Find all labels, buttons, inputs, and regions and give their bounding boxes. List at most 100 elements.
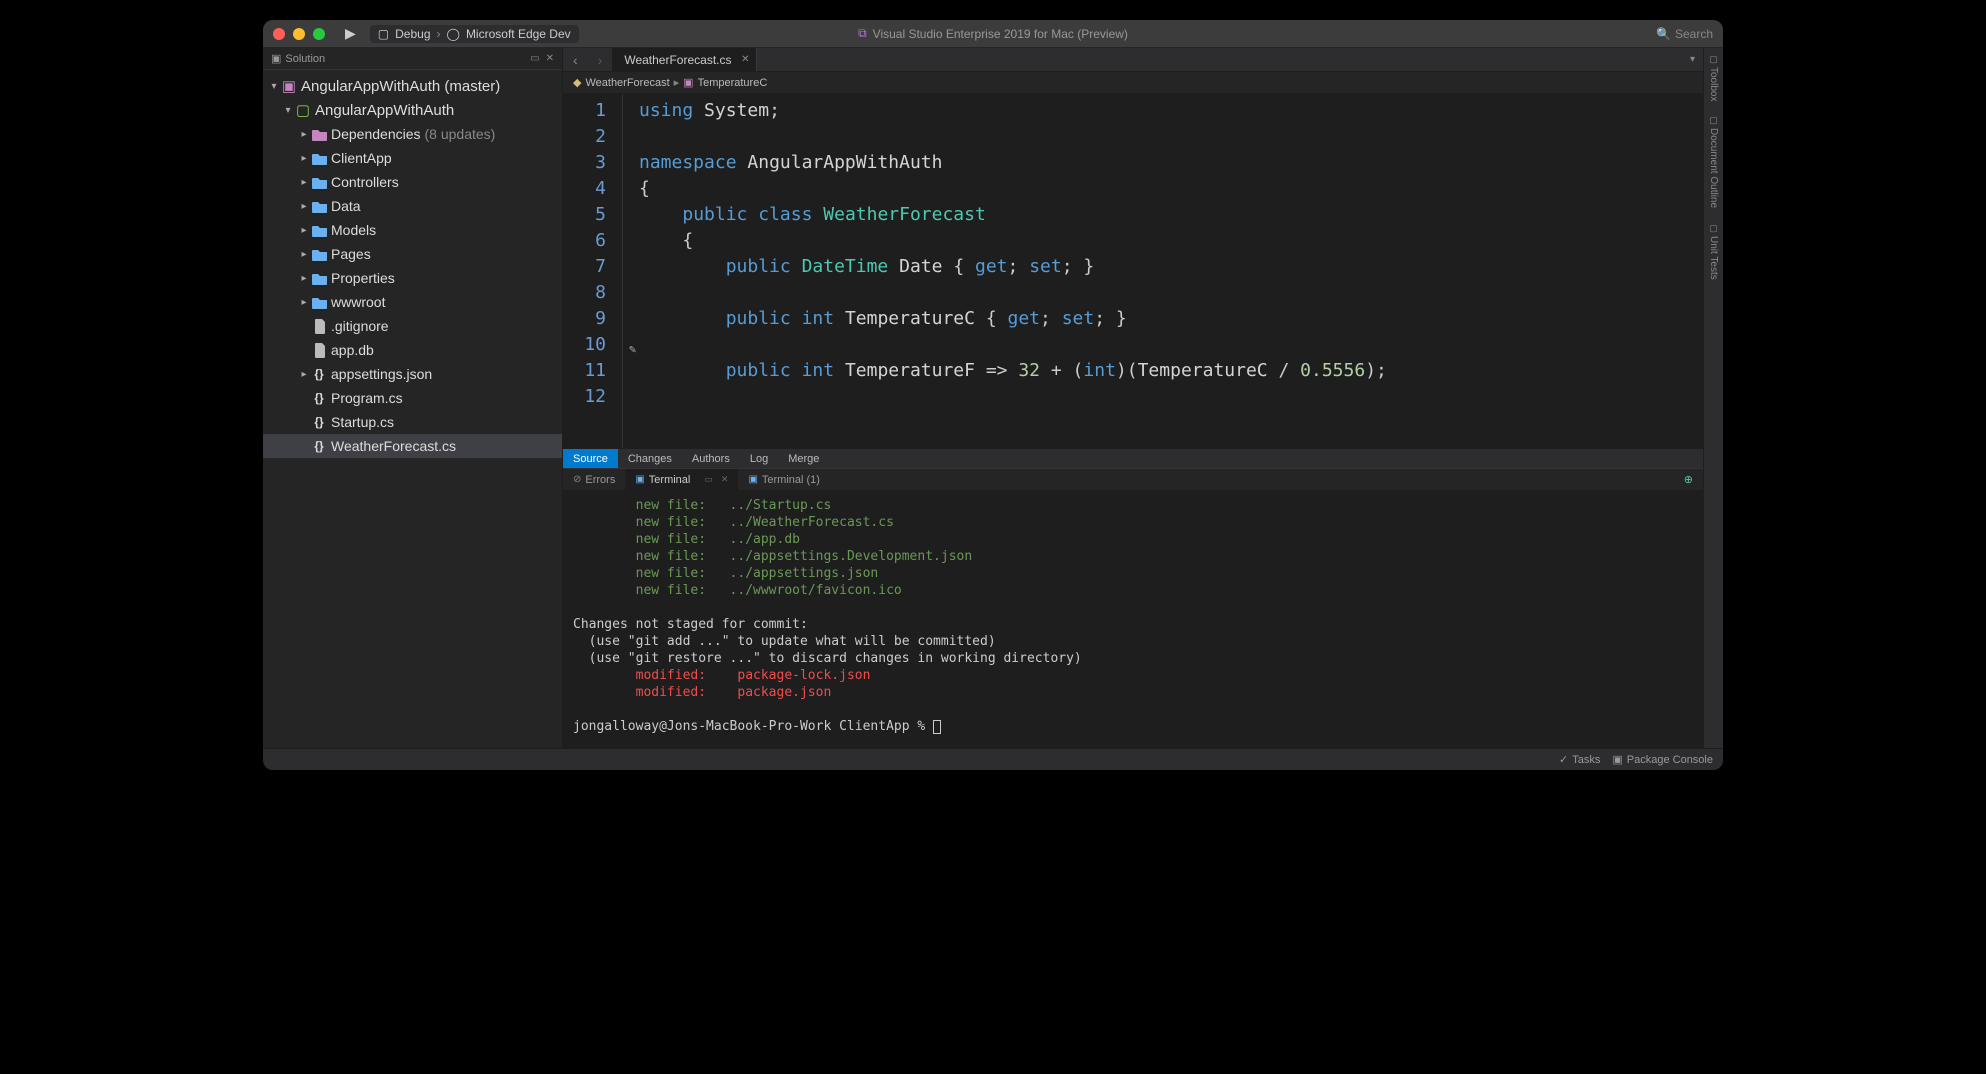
line-gutter: 123456789101112	[563, 94, 623, 448]
minimize-button[interactable]	[293, 28, 305, 40]
tree-item-angularappwithauth[interactable]: ▾▢AngularAppWithAuth	[263, 98, 562, 122]
nav-forward-button[interactable]: ›	[588, 52, 613, 68]
body-row: ▣ Solution ▭ ✕ ▾▣AngularAppWithAuth (mas…	[263, 48, 1723, 748]
bottom-panel-tabs: ⊘Errors ▣ Terminal ▭ ✕ ▣Terminal (1) ⊕	[563, 469, 1703, 491]
tasks-button[interactable]: ✓Tasks	[1559, 753, 1600, 766]
new-terminal-button[interactable]: ⊕	[1674, 473, 1703, 486]
search-placeholder: Search	[1675, 27, 1713, 41]
solution-tree[interactable]: ▾▣AngularAppWithAuth (master)▾▢AngularAp…	[263, 70, 562, 748]
close-button[interactable]	[273, 28, 285, 40]
terminal-tab-label: Terminal	[649, 474, 691, 486]
editor-tabs-dropdown[interactable]: ▾	[1682, 54, 1703, 65]
run-config-selector[interactable]: ▢ Debug › ◯ Microsoft Edge Dev	[370, 25, 579, 43]
config-target-label: Debug	[395, 27, 430, 41]
folder-icon	[311, 224, 329, 237]
chevron-icon[interactable]: ▸	[297, 201, 311, 212]
sidebar-undock-icon[interactable]: ▭	[530, 53, 539, 64]
source-tab-source[interactable]: Source	[563, 449, 618, 468]
rail-toolbox[interactable]: ▢Toolbox	[1708, 54, 1719, 101]
tree-item-app-db[interactable]: app.db	[263, 338, 562, 362]
terminal-tab[interactable]: ▣Terminal▭✕	[625, 469, 738, 490]
chevron-right-icon: ›	[437, 27, 441, 41]
breadcrumb-separator: ▸	[674, 76, 680, 89]
file-icon	[311, 343, 329, 358]
close-tab-icon[interactable]: ✕	[741, 54, 749, 65]
tree-item-program-cs[interactable]: {}Program.cs	[263, 386, 562, 410]
tree-item-controllers[interactable]: ▸Controllers	[263, 170, 562, 194]
terminal-1-tab[interactable]: ▣Terminal (1)	[738, 469, 830, 490]
chevron-icon[interactable]: ▸	[297, 369, 311, 380]
folder-icon	[311, 200, 329, 213]
run-button[interactable]: ▶	[345, 25, 356, 42]
tasks-label: Tasks	[1572, 754, 1600, 766]
tree-item-label: Program.cs	[331, 390, 403, 406]
source-tab-authors[interactable]: Authors	[682, 449, 740, 468]
rail-icon: ▢	[1709, 223, 1718, 234]
tree-item-dependencies[interactable]: ▸Dependencies(8 updates)	[263, 122, 562, 146]
edit-marker-icon: ✎	[629, 336, 636, 362]
tree-item-data[interactable]: ▸ Data	[263, 194, 562, 218]
titlebar: ▶ ▢ Debug › ◯ Microsoft Edge Dev ⧉ Visua…	[263, 20, 1723, 48]
package-console-button[interactable]: ▣Package Console	[1612, 753, 1713, 766]
tree-item-label: Data	[331, 198, 361, 214]
errors-icon: ⊘	[573, 474, 581, 485]
rail-unit-tests[interactable]: ▢Unit Tests	[1708, 223, 1719, 280]
code-editor[interactable]: 123456789101112 using System; namespace …	[563, 94, 1703, 448]
app-title-text: Visual Studio Enterprise 2019 for Mac (P…	[873, 27, 1128, 41]
breadcrumb-bar[interactable]: ◆ WeatherForecast ▸ ▣ TemperatureC	[563, 72, 1703, 94]
tree-item-label: Startup.cs	[331, 414, 394, 430]
terminal-icon: ▣	[748, 474, 757, 485]
rail-document-outline[interactable]: ▢Document Outline	[1708, 115, 1719, 208]
sidebar-close-icon[interactable]: ✕	[546, 53, 554, 64]
config-browser-label: Microsoft Edge Dev	[466, 27, 571, 41]
tree-item-label: .gitignore	[331, 318, 389, 334]
nav-back-button[interactable]: ‹	[563, 52, 588, 68]
chevron-icon[interactable]: ▾	[281, 105, 295, 116]
chevron-icon[interactable]: ▸	[297, 249, 311, 260]
updates-badge: (8 updates)	[425, 126, 496, 142]
chevron-icon[interactable]: ▾	[267, 81, 281, 92]
editor-tab[interactable]: WeatherForecast.cs ✕	[612, 48, 756, 71]
breadcrumb-class[interactable]: WeatherForecast	[585, 77, 669, 89]
tree-item-wwwroot[interactable]: ▸wwwroot	[263, 290, 562, 314]
right-rail: ▢Toolbox ▢Document Outline ▢Unit Tests	[1703, 48, 1723, 748]
target-icon: ▢	[378, 27, 389, 41]
browser-icon: ◯	[447, 27, 460, 41]
tree-item-appsettings-json[interactable]: ▸{}appsettings.json	[263, 362, 562, 386]
code-lines[interactable]: using System; namespace AngularAppWithAu…	[623, 94, 1703, 448]
tree-item--gitignore[interactable]: .gitignore	[263, 314, 562, 338]
tree-item-properties[interactable]: ▸Properties	[263, 266, 562, 290]
source-tab-changes[interactable]: Changes	[618, 449, 682, 468]
property-icon: ▣	[683, 76, 693, 89]
tree-item-startup-cs[interactable]: {}Startup.cs	[263, 410, 562, 434]
chevron-icon[interactable]: ▸	[297, 129, 311, 140]
tree-item-label: ClientApp	[331, 150, 392, 166]
app-title: ⧉ Visual Studio Enterprise 2019 for Mac …	[858, 26, 1128, 41]
tree-item-label: WeatherForecast.cs	[331, 438, 456, 454]
tree-item-pages[interactable]: ▸Pages	[263, 242, 562, 266]
tree-item-label: Models	[331, 222, 376, 238]
terminal-close-icon[interactable]: ✕	[721, 474, 729, 485]
chevron-icon[interactable]: ▸	[297, 225, 311, 236]
search-icon: 🔍	[1656, 27, 1671, 41]
breadcrumb-member[interactable]: TemperatureC	[698, 77, 768, 89]
tree-item-models[interactable]: ▸ Models	[263, 218, 562, 242]
search-input[interactable]: 🔍 Search	[1656, 27, 1713, 41]
terminal-output[interactable]: new file: ../Startup.cs new file: ../Wea…	[563, 491, 1703, 748]
terminal-undock-icon[interactable]: ▭	[704, 474, 713, 485]
chevron-icon[interactable]: ▸	[297, 177, 311, 188]
chevron-icon[interactable]: ▸	[297, 153, 311, 164]
chevron-icon[interactable]: ▸	[297, 273, 311, 284]
csproj-icon: ▢	[295, 101, 313, 119]
tree-item-clientapp[interactable]: ▸ ClientApp	[263, 146, 562, 170]
source-tab-merge[interactable]: Merge	[778, 449, 829, 468]
source-tab-log[interactable]: Log	[740, 449, 778, 468]
errors-tab[interactable]: ⊘Errors	[563, 469, 625, 490]
rail-icon: ▢	[1709, 54, 1718, 65]
folder-icon	[311, 152, 329, 165]
maximize-button[interactable]	[313, 28, 325, 40]
chevron-icon[interactable]: ▸	[297, 297, 311, 308]
tree-item-weatherforecast-cs[interactable]: {}WeatherForecast.cs	[263, 434, 562, 458]
tree-item-angularappwithauth-master-[interactable]: ▾▣AngularAppWithAuth (master)	[263, 74, 562, 98]
traffic-lights	[273, 28, 325, 40]
